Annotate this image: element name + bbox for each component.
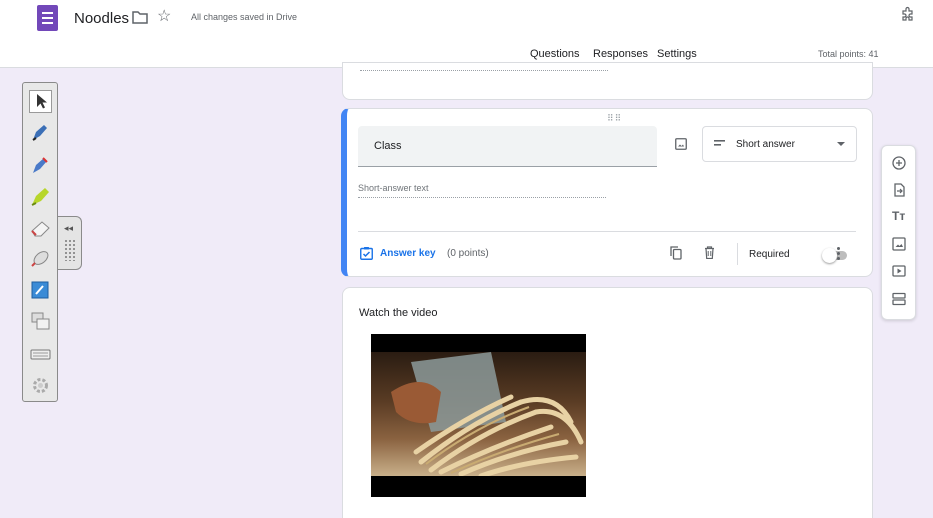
video-item-title: Watch the video: [359, 307, 438, 319]
short-answer-placeholder: Short-answer text: [358, 183, 429, 193]
checklist-icon: [360, 247, 373, 260]
form-title[interactable]: Noodles: [74, 10, 129, 27]
divider: [737, 243, 738, 265]
previous-question-card[interactable]: [342, 62, 873, 100]
settings-icon[interactable]: [29, 374, 52, 397]
grip-icon: [64, 239, 75, 261]
question-type-label: Short answer: [736, 139, 795, 150]
delete-icon[interactable]: [704, 246, 715, 259]
question-title-input[interactable]: Class: [358, 126, 657, 167]
answer-key-button[interactable]: Answer key: [360, 247, 436, 260]
tab-responses[interactable]: Responses: [593, 48, 648, 60]
video-thumbnail[interactable]: [371, 334, 586, 497]
required-toggle[interactable]: [822, 248, 847, 263]
pen-icon[interactable]: [29, 121, 52, 144]
screen-shade-icon[interactable]: [29, 310, 52, 333]
points-label: (0 points): [447, 248, 489, 259]
drag-handle-icon[interactable]: ⠿⠿: [607, 113, 622, 124]
video-item-card[interactable]: Watch the video: [342, 287, 873, 518]
highlighter-icon[interactable]: [29, 185, 52, 208]
puzzle-icon[interactable]: [900, 6, 916, 22]
import-questions-icon[interactable]: [892, 183, 906, 197]
answer-line: [358, 197, 606, 198]
divider: [358, 231, 856, 232]
short-text-icon: [714, 140, 725, 146]
floating-toolbar: Tт: [881, 145, 916, 320]
google-forms-logo[interactable]: [37, 5, 58, 31]
more-options-icon[interactable]: [837, 247, 840, 260]
keyboard-icon[interactable]: [29, 343, 52, 366]
duplicate-icon[interactable]: [670, 246, 682, 260]
smart-tools-palette: [22, 82, 58, 402]
tab-settings[interactable]: Settings: [657, 48, 697, 60]
folder-icon[interactable]: [132, 11, 148, 24]
question-title-text: Class: [374, 140, 402, 152]
total-points: Total points: 41: [818, 49, 879, 59]
add-image-icon[interactable]: [892, 237, 906, 251]
add-image-icon[interactable]: [675, 138, 687, 150]
question-type-select[interactable]: Short answer: [702, 126, 857, 162]
answer-line: [360, 70, 608, 71]
collapse-arrows-icon: ◂◂: [64, 223, 74, 233]
add-title-icon[interactable]: Tт: [892, 209, 906, 223]
select-icon[interactable]: [29, 90, 52, 113]
add-question-icon[interactable]: [892, 156, 906, 170]
eraser-icon[interactable]: [29, 216, 52, 239]
add-section-icon[interactable]: [892, 292, 906, 306]
app-header: Noodles ☆ All changes saved in Drive Que…: [0, 0, 933, 68]
creative-pen-icon[interactable]: [29, 154, 52, 177]
collapse-tools-tab[interactable]: ◂◂: [58, 216, 82, 270]
add-video-icon[interactable]: [892, 264, 906, 278]
chevron-down-icon: [837, 142, 845, 146]
required-label: Required: [749, 249, 790, 260]
save-status: All changes saved in Drive: [191, 12, 298, 22]
answer-key-label: Answer key: [380, 248, 436, 259]
noodles-image: [371, 352, 586, 476]
star-icon[interactable]: ☆: [157, 9, 171, 25]
magic-pen-icon[interactable]: [29, 246, 52, 269]
question-card[interactable]: ⠿⠿ Class Short answer Short-answer text …: [341, 108, 873, 277]
screen-capture-icon[interactable]: [29, 279, 52, 302]
tab-questions[interactable]: Questions: [530, 48, 580, 60]
